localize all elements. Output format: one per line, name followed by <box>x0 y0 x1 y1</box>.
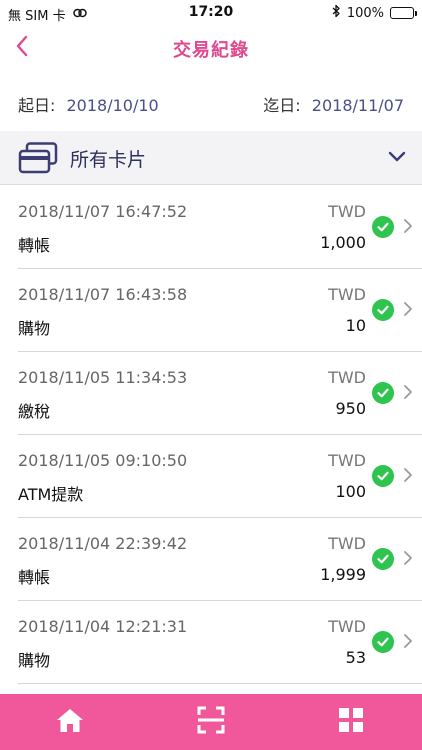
start-date-value[interactable]: 2018/10/10 <box>67 96 159 115</box>
check-circle-icon <box>372 631 394 653</box>
chevron-right-icon <box>403 218 413 238</box>
start-date[interactable]: 起日: 2018/10/10 <box>18 92 159 116</box>
battery-icon <box>390 7 417 19</box>
page-title: 交易紀錄 <box>173 40 249 61</box>
bluetooth-icon <box>332 4 341 22</box>
transaction-time: 2018/11/04 12:21:31 <box>18 617 188 636</box>
card-filter-dropdown[interactable]: 所有卡片 <box>0 131 422 185</box>
transaction-row[interactable]: 2018/11/04 12:21:31 購物 TWD 53 <box>0 600 422 684</box>
scan-icon <box>196 705 226 739</box>
transaction-time: 2018/11/07 16:47:52 <box>18 202 188 221</box>
transaction-row[interactable]: 2018/11/07 16:47:52 轉帳 TWD 1,000 <box>0 185 422 269</box>
transaction-amount: 100 <box>335 482 366 501</box>
transaction-time: 2018/11/05 11:34:53 <box>18 368 188 387</box>
transaction-currency: TWD <box>328 617 366 636</box>
transaction-list: 2018/11/07 16:47:52 轉帳 TWD 1,000 2018/11… <box>0 185 422 684</box>
status-bar: 無 SIM 卡 17:20 100% <box>0 0 422 26</box>
transaction-time: 2018/11/04 22:39:42 <box>18 534 188 553</box>
chevron-right-icon <box>403 633 413 653</box>
transaction-row[interactable]: 2018/11/05 11:34:53 繳稅 TWD 950 <box>0 351 422 435</box>
transaction-type: ATM提款 <box>18 485 84 504</box>
date-range: 起日: 2018/10/10 迄日: 2018/11/07 <box>0 92 422 120</box>
transaction-type: 轉帳 <box>18 568 51 587</box>
credit-card-icon <box>18 142 58 178</box>
battery-percent: 100% <box>346 5 384 21</box>
status-right: 100% <box>332 4 417 22</box>
transaction-time: 2018/11/07 16:43:58 <box>18 285 188 304</box>
transaction-currency: TWD <box>328 202 366 221</box>
transaction-amount: 1,999 <box>320 565 366 584</box>
chevron-down-icon <box>386 145 408 171</box>
tab-menu[interactable] <box>335 706 367 738</box>
end-date[interactable]: 迄日: 2018/11/07 <box>263 92 404 116</box>
end-date-label: 迄日: <box>263 96 301 115</box>
tab-home[interactable] <box>54 706 86 738</box>
transaction-amount: 53 <box>345 648 366 667</box>
bottom-tab-bar <box>0 694 422 750</box>
transaction-amount: 1,000 <box>320 233 366 252</box>
end-date-value[interactable]: 2018/11/07 <box>312 96 404 115</box>
card-filter-label: 所有卡片 <box>70 149 147 171</box>
grid-icon <box>337 706 365 738</box>
transaction-type: 購物 <box>18 651 51 670</box>
transaction-currency: TWD <box>328 534 366 553</box>
chevron-right-icon <box>403 550 413 570</box>
check-circle-icon <box>372 465 394 487</box>
chevron-right-icon <box>403 301 413 321</box>
transaction-currency: TWD <box>328 285 366 304</box>
transaction-row[interactable]: 2018/11/05 09:10:50 ATM提款 TWD 100 <box>0 434 422 518</box>
nav-bar: 交易紀錄 <box>0 26 422 70</box>
transaction-type: 繳稅 <box>18 402 51 421</box>
start-date-label: 起日: <box>18 96 56 115</box>
transaction-currency: TWD <box>328 368 366 387</box>
transaction-type: 購物 <box>18 319 51 338</box>
home-icon <box>55 706 85 738</box>
transaction-type: 轉帳 <box>18 236 51 255</box>
transaction-time: 2018/11/05 09:10:50 <box>18 451 188 470</box>
transaction-row[interactable]: 2018/11/04 22:39:42 轉帳 TWD 1,999 <box>0 517 422 601</box>
tab-scan[interactable] <box>195 706 227 738</box>
transaction-currency: TWD <box>328 451 366 470</box>
transaction-amount: 950 <box>335 399 366 418</box>
transaction-amount: 10 <box>345 316 366 335</box>
check-circle-icon <box>372 382 394 404</box>
check-circle-icon <box>372 216 394 238</box>
check-circle-icon <box>372 299 394 321</box>
chevron-right-icon <box>403 467 413 487</box>
transaction-history-screen: 無 SIM 卡 17:20 100% 交易紀錄 起日: 2018/10/10 迄… <box>0 0 422 750</box>
chevron-right-icon <box>403 384 413 404</box>
transaction-row[interactable]: 2018/11/07 16:43:58 購物 TWD 10 <box>0 268 422 352</box>
check-circle-icon <box>372 548 394 570</box>
